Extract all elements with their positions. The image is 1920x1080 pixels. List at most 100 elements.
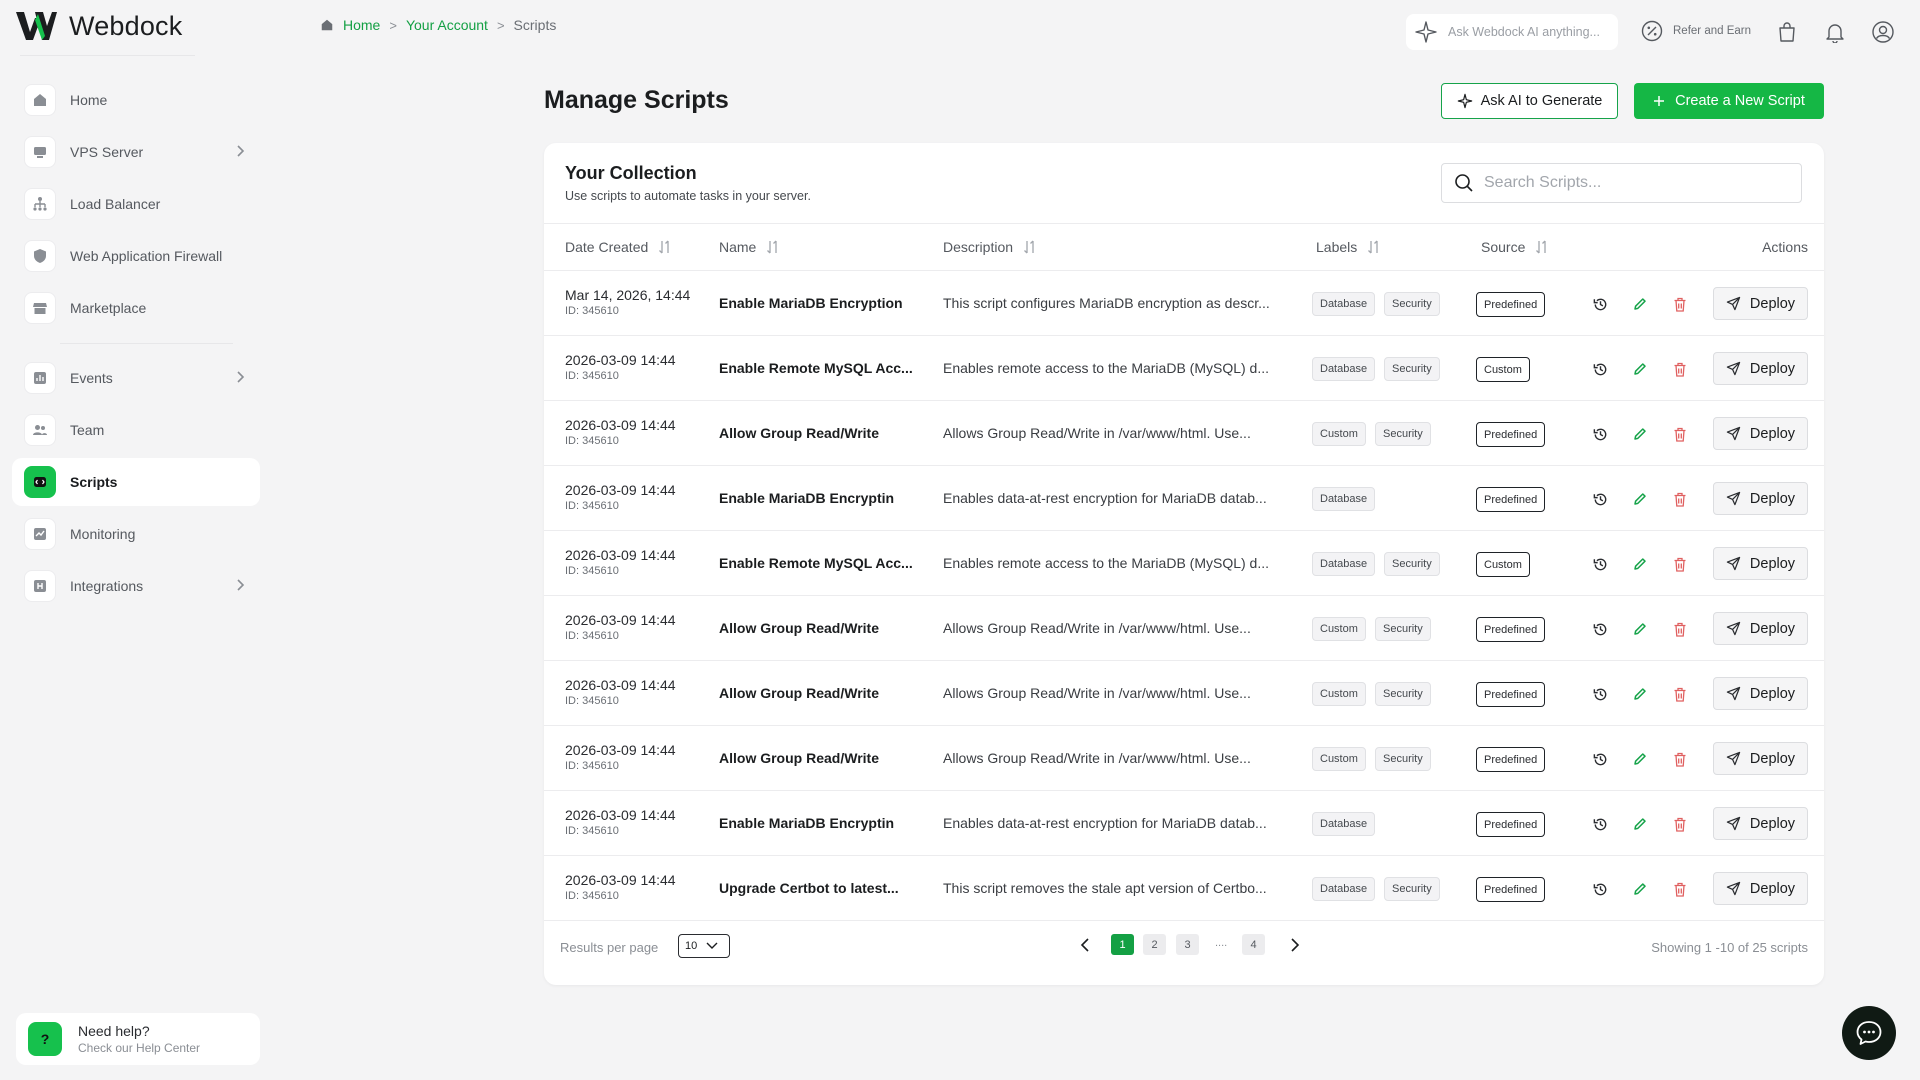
search-box[interactable] <box>1441 163 1802 203</box>
deploy-button[interactable]: Deploy <box>1713 677 1808 710</box>
sidebar-item-home[interactable]: Home <box>12 76 260 124</box>
script-name[interactable]: Allow Group Read/Write <box>719 685 879 701</box>
refer-and-earn-link[interactable]: Refer and Earn <box>1641 20 1751 42</box>
table-row[interactable]: 2026-03-09 14:44 ID: 345610 Allow Group Re… <box>544 401 1824 466</box>
history-icon[interactable] <box>1591 555 1609 573</box>
history-icon[interactable] <box>1591 425 1609 443</box>
edit-icon[interactable] <box>1631 620 1649 638</box>
delete-icon[interactable] <box>1671 360 1689 378</box>
sidebar-item-monitoring[interactable]: Monitoring <box>12 510 260 558</box>
deploy-button[interactable]: Deploy <box>1713 417 1808 450</box>
sidebar-item-marketplace[interactable]: Marketplace <box>12 284 260 332</box>
app-logo[interactable]: Webdock <box>15 6 182 46</box>
edit-icon[interactable] <box>1631 360 1649 378</box>
results-per-page-select[interactable]: 10 <box>678 934 730 958</box>
script-name[interactable]: Enable MariaDB Encryption <box>719 295 903 311</box>
edit-icon[interactable] <box>1631 750 1649 768</box>
table-row[interactable]: 2026-03-09 14:44 ID: 345610 Enable MariaDB… <box>544 466 1824 531</box>
column-description-header[interactable]: Description <box>943 239 1037 255</box>
previous-page-button[interactable] <box>1076 936 1094 954</box>
sidebar-item-vps-server[interactable]: VPS Server <box>12 128 260 176</box>
history-icon[interactable] <box>1591 490 1609 508</box>
page-button-4[interactable]: 4 <box>1242 934 1265 955</box>
edit-icon[interactable] <box>1631 295 1649 313</box>
history-icon[interactable] <box>1591 295 1609 313</box>
chat-support-button[interactable] <box>1842 1006 1896 1060</box>
history-icon[interactable] <box>1591 360 1609 378</box>
table-row[interactable]: 2026-03-09 14:44 ID: 345610 Upgrade Certbo… <box>544 856 1824 921</box>
edit-icon[interactable] <box>1631 685 1649 703</box>
deploy-button[interactable]: Deploy <box>1713 872 1808 905</box>
deploy-button[interactable]: Deploy <box>1713 612 1808 645</box>
breadcrumb-account-link[interactable]: Your Account <box>406 17 488 33</box>
page-button-3[interactable]: 3 <box>1176 934 1199 955</box>
delete-icon[interactable] <box>1671 815 1689 833</box>
help-center-card[interactable]: ? Need help? Check our Help Center <box>16 1013 260 1065</box>
script-name[interactable]: Allow Group Read/Write <box>719 620 879 636</box>
script-name[interactable]: Enable Remote MySQL Acc... <box>719 360 913 376</box>
script-name[interactable]: Enable MariaDB Encryptin <box>719 815 894 831</box>
deploy-button[interactable]: Deploy <box>1713 807 1808 840</box>
script-name[interactable]: Enable MariaDB Encryptin <box>719 490 894 506</box>
delete-icon[interactable] <box>1671 880 1689 898</box>
table-row[interactable]: 2026-03-09 14:44 ID: 345610 Enable Remote … <box>544 531 1824 596</box>
sidebar-item-scripts[interactable]: Scripts <box>12 458 260 506</box>
table-row[interactable]: 2026-03-09 14:44 ID: 345610 Allow Group Re… <box>544 596 1824 661</box>
label-tag: Security <box>1384 552 1440 576</box>
history-icon[interactable] <box>1591 750 1609 768</box>
history-icon[interactable] <box>1591 880 1609 898</box>
deploy-button[interactable]: Deploy <box>1713 482 1808 515</box>
edit-icon[interactable] <box>1631 815 1649 833</box>
sidebar-item-events[interactable]: Events <box>12 354 260 402</box>
delete-icon[interactable] <box>1671 490 1689 508</box>
page-button-1[interactable]: 1 <box>1111 934 1134 955</box>
history-icon[interactable] <box>1591 620 1609 638</box>
delete-icon[interactable] <box>1671 295 1689 313</box>
column-source-header[interactable]: Source <box>1481 239 1549 255</box>
history-icon[interactable] <box>1591 685 1609 703</box>
search-input[interactable] <box>1484 174 1784 192</box>
shopping-bag-icon[interactable] <box>1775 20 1799 44</box>
sidebar-item-load-balancer[interactable]: Load Balancer <box>12 180 260 228</box>
breadcrumb-home-link[interactable]: Home <box>343 17 380 33</box>
edit-icon[interactable] <box>1631 490 1649 508</box>
edit-icon[interactable] <box>1631 425 1649 443</box>
table-row[interactable]: 2026-03-09 14:44 ID: 345610 Allow Group Re… <box>544 726 1824 791</box>
create-script-button[interactable]: Create a New Script <box>1634 83 1824 119</box>
sidebar-item-integrations[interactable]: Integrations <box>12 562 260 610</box>
delete-icon[interactable] <box>1671 425 1689 443</box>
table-row[interactable]: Mar 14, 2026, 14:44 ID: 345610 Enable Mari… <box>544 271 1824 336</box>
delete-icon[interactable] <box>1671 620 1689 638</box>
script-name[interactable]: Upgrade Certbot to latest... <box>719 880 899 896</box>
column-header-label: Description <box>943 239 1014 255</box>
deploy-button[interactable]: Deploy <box>1713 287 1808 320</box>
deploy-button[interactable]: Deploy <box>1713 547 1808 580</box>
delete-icon[interactable] <box>1671 555 1689 573</box>
column-labels-header[interactable]: Labels <box>1316 239 1381 255</box>
deploy-button[interactable]: Deploy <box>1713 742 1808 775</box>
delete-icon[interactable] <box>1671 750 1689 768</box>
user-profile-icon[interactable] <box>1871 20 1895 44</box>
ask-ai-generate-button[interactable]: Ask AI to Generate <box>1441 83 1618 119</box>
history-icon[interactable] <box>1591 815 1609 833</box>
table-header: Date Created Name Description Labels Sou… <box>544 223 1824 271</box>
table-row[interactable]: 2026-03-09 14:44 ID: 345610 Enable Remote … <box>544 336 1824 401</box>
table-row[interactable]: 2026-03-09 14:44 ID: 345610 Allow Group Re… <box>544 661 1824 726</box>
table-row[interactable]: 2026-03-09 14:44 ID: 345610 Enable MariaDB… <box>544 791 1824 856</box>
delete-icon[interactable] <box>1671 685 1689 703</box>
column-name-header[interactable]: Name <box>719 239 780 255</box>
edit-icon[interactable] <box>1631 880 1649 898</box>
page-button-2[interactable]: 2 <box>1143 934 1166 955</box>
bell-icon[interactable] <box>1823 20 1847 44</box>
sidebar-item-label: Integrations <box>70 578 144 594</box>
deploy-button[interactable]: Deploy <box>1713 352 1808 385</box>
script-name[interactable]: Enable Remote MySQL Acc... <box>719 555 913 571</box>
sidebar-item-team[interactable]: Team <box>12 406 260 454</box>
next-page-button[interactable] <box>1286 936 1304 954</box>
ai-assistant-input[interactable]: Ask Webdock AI anything... <box>1406 14 1618 50</box>
edit-icon[interactable] <box>1631 555 1649 573</box>
sidebar-item-firewall[interactable]: Web Application Firewall <box>12 232 260 280</box>
script-name[interactable]: Allow Group Read/Write <box>719 425 879 441</box>
column-date-header[interactable]: Date Created <box>565 239 672 255</box>
script-name[interactable]: Allow Group Read/Write <box>719 750 879 766</box>
